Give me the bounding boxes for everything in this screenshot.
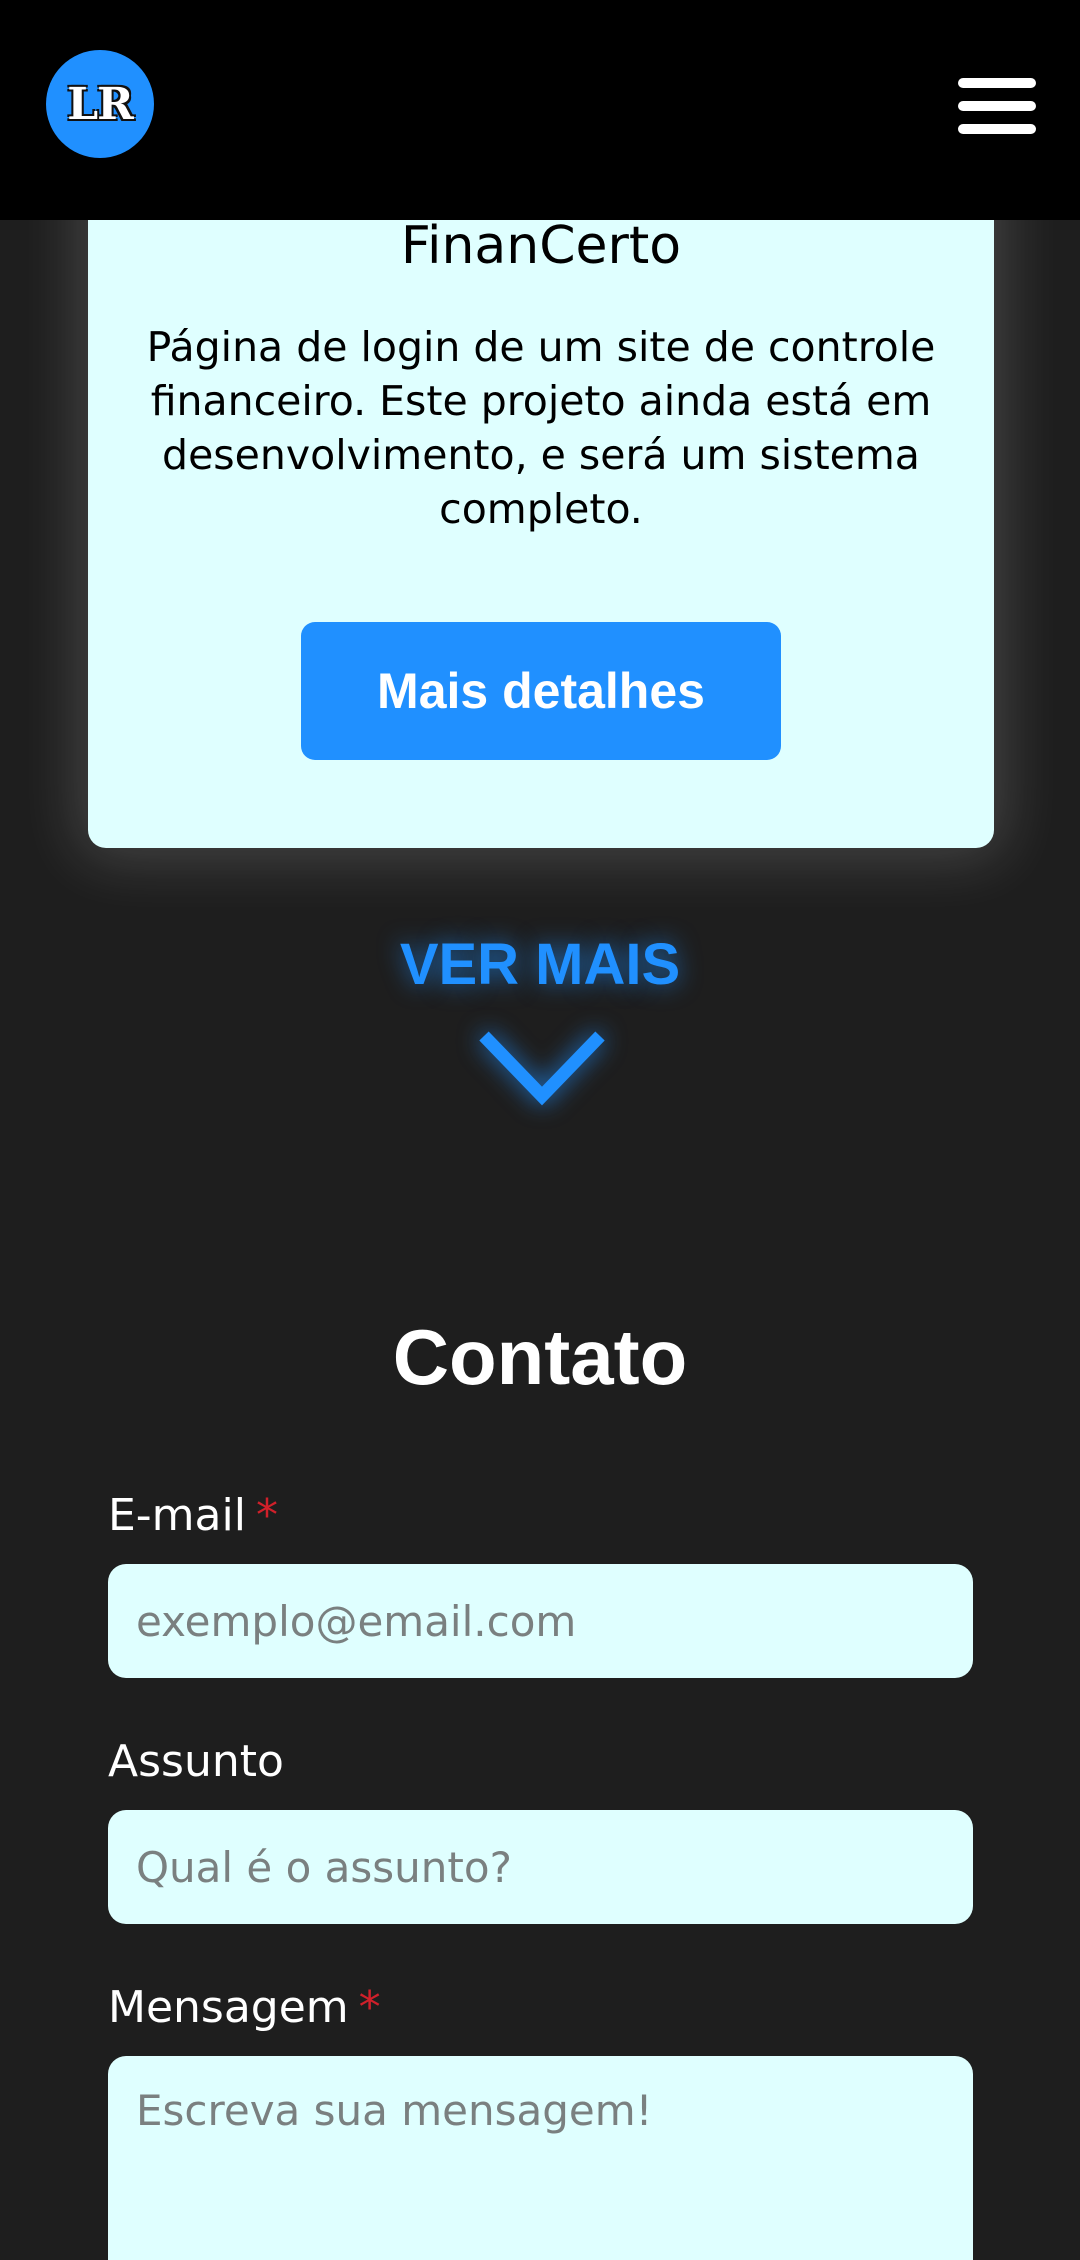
logo[interactable]: LR xyxy=(46,50,154,158)
see-more-link[interactable]: VER MAIS xyxy=(0,930,1080,1000)
logo-text: LR xyxy=(67,78,134,130)
project-description: Página de login de um site de controle f… xyxy=(146,323,936,533)
more-details-button[interactable]: Mais detalhes xyxy=(301,622,781,760)
project-card: FinanCerto Página de login de um site de… xyxy=(88,150,994,848)
chevron-down-icon[interactable] xyxy=(478,1028,606,1108)
hamburger-menu-icon[interactable] xyxy=(958,76,1038,136)
message-label-text: Mensagem xyxy=(108,1982,349,2033)
email-field[interactable] xyxy=(108,1564,973,1678)
subject-label-text: Assunto xyxy=(108,1736,284,1787)
contact-title: Contato xyxy=(392,1313,688,1401)
message-field[interactable] xyxy=(108,2056,973,2260)
email-label-text: E-mail xyxy=(108,1490,246,1541)
required-mark: * xyxy=(255,1490,278,1541)
message-label: Mensagem * xyxy=(108,1986,381,2030)
subject-field[interactable] xyxy=(108,1810,973,1924)
project-title: FinanCerto xyxy=(400,216,682,276)
required-mark: * xyxy=(358,1982,381,2033)
page: FinanCerto Página de login de um site de… xyxy=(0,0,1080,2260)
email-label: E-mail * xyxy=(108,1494,278,1538)
subject-label: Assunto xyxy=(108,1740,284,1784)
top-header: LR xyxy=(0,0,1080,220)
